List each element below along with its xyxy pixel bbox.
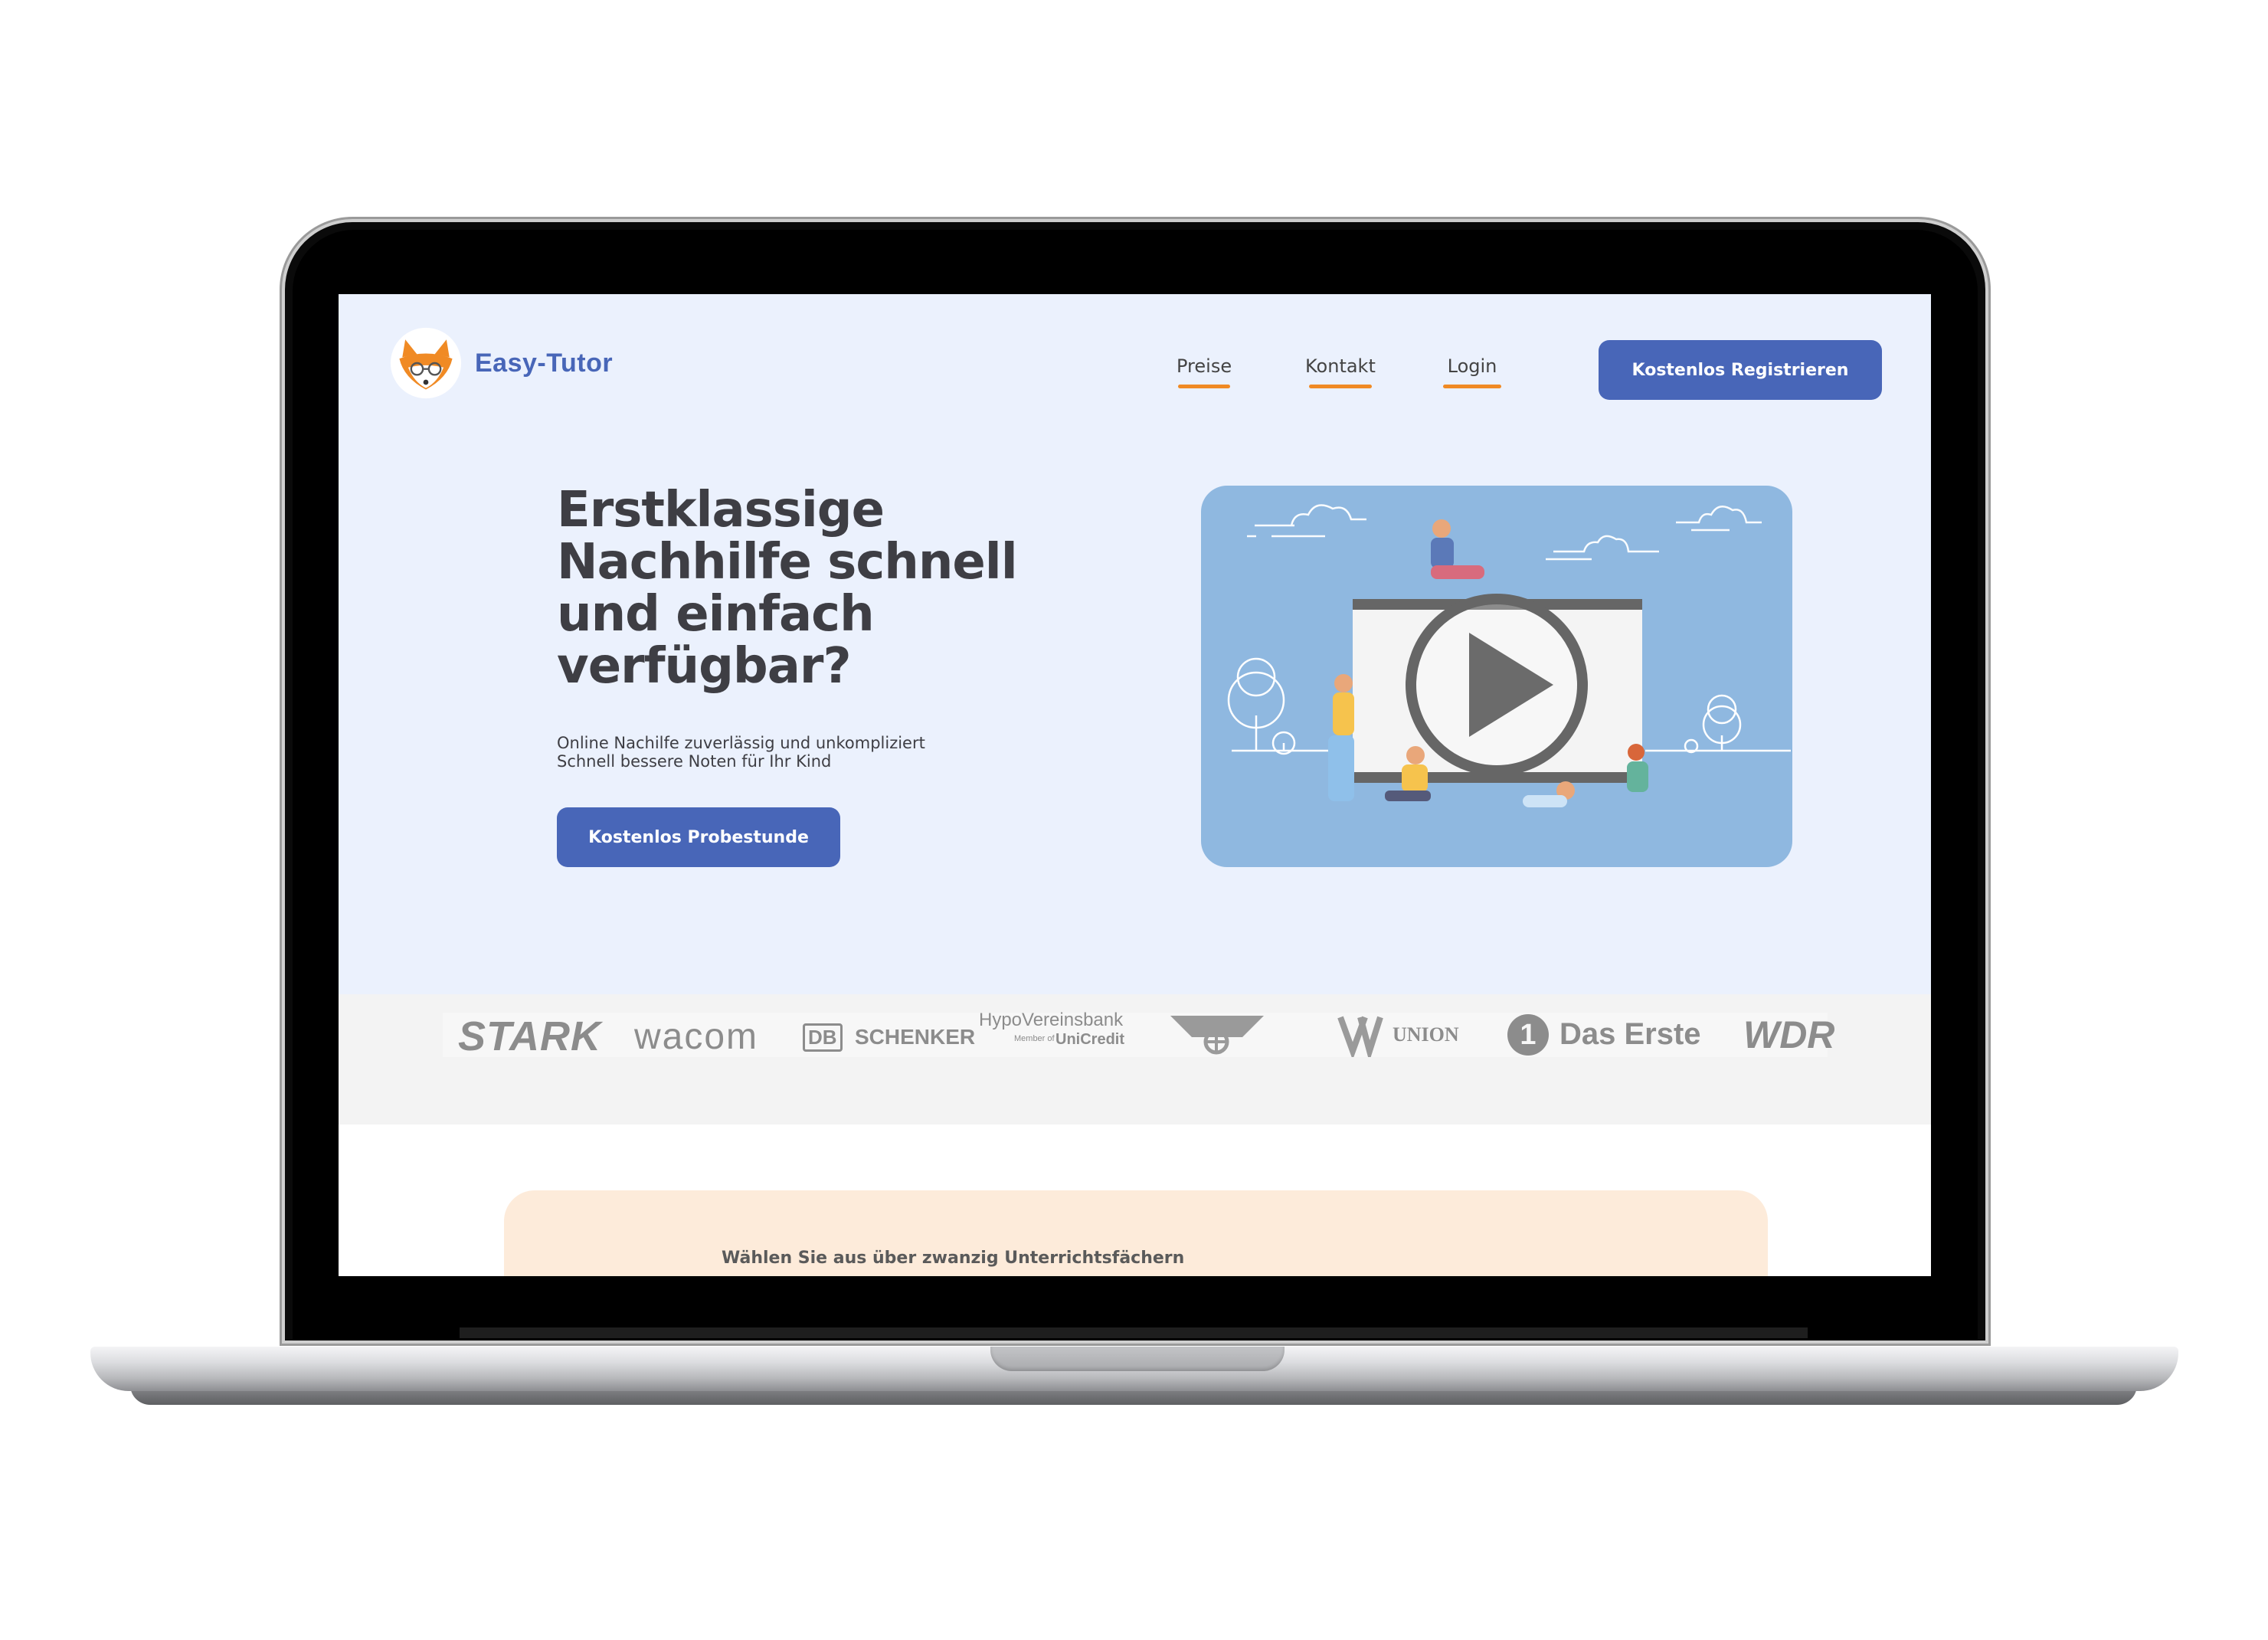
hero-headline: Erstklassige Nachhilfe schnell und einfa…: [557, 482, 1018, 695]
hero-subline-1: Online Nachilfe zuverlässig und unkompli…: [557, 734, 925, 752]
partner-logos-strip: STARK wacom DB SCHENKER HypoVereinsbank …: [443, 1010, 1834, 1059]
nav-underline: [1308, 385, 1372, 388]
partner-logo-hypovereinsbank: HypoVereinsbank: [979, 1010, 1124, 1030]
nav-label: Kontakt: [1305, 355, 1376, 377]
nav-label: Preise: [1177, 355, 1232, 377]
register-button[interactable]: Kostenlos Registrieren: [1599, 340, 1882, 400]
partner-logo-wdr: WDR: [1743, 1013, 1835, 1056]
fox-logo-icon: [390, 327, 462, 399]
partner-emblem-icon: [1170, 1016, 1264, 1055]
partner-logo-union: UNION: [1393, 1023, 1459, 1046]
hero-subline: Online Nachilfe zuverlässig und unkompli…: [557, 734, 1016, 771]
vfl-crest-icon: [1337, 1016, 1383, 1057]
subjects-title: Wählen Sie aus über zwanzig Unterrichtsf…: [722, 1249, 1185, 1268]
partner-logo-hypo-sub: Member of: [1014, 1034, 1055, 1043]
nav-link-preise[interactable]: Preise: [1177, 355, 1232, 388]
hero-section: Easy-Tutor Preise Kontakt Login Kostenlo…: [339, 294, 1931, 994]
hero-video[interactable]: [1201, 486, 1792, 867]
laptop-screen: Easy-Tutor Preise Kontakt Login Kostenlo…: [339, 294, 1931, 1276]
das-erste-one-icon: 1: [1507, 1014, 1549, 1056]
partner-logo-das-erste: Das Erste: [1559, 1017, 1701, 1051]
play-icon[interactable]: [1406, 594, 1588, 776]
partner-logo-schenker: SCHENKER: [855, 1025, 976, 1049]
nav-underline: [1443, 385, 1501, 388]
nav-label: Login: [1447, 355, 1497, 377]
trial-lesson-button[interactable]: Kostenlos Probestunde: [557, 807, 840, 867]
partner-logo-wacom: wacom: [634, 1016, 759, 1057]
partner-logo-db: DB: [803, 1023, 843, 1052]
nav-link-login[interactable]: Login: [1443, 355, 1501, 388]
partner-logo-unicredit: UniCredit: [1055, 1031, 1124, 1048]
nav-link-kontakt[interactable]: Kontakt: [1305, 355, 1376, 388]
site-logo[interactable]: Easy-Tutor: [389, 326, 613, 400]
partner-logo-stark: STARK: [458, 1013, 601, 1059]
hero-subline-2: Schnell bessere Noten für Ihr Kind: [557, 752, 832, 771]
nav-underline: [1178, 385, 1231, 388]
laptop-notch: [990, 1347, 1285, 1371]
laptop-hinge: [460, 1327, 1808, 1338]
brand-name: Easy-Tutor: [475, 348, 614, 378]
video-illustration: [1227, 504, 1791, 807]
